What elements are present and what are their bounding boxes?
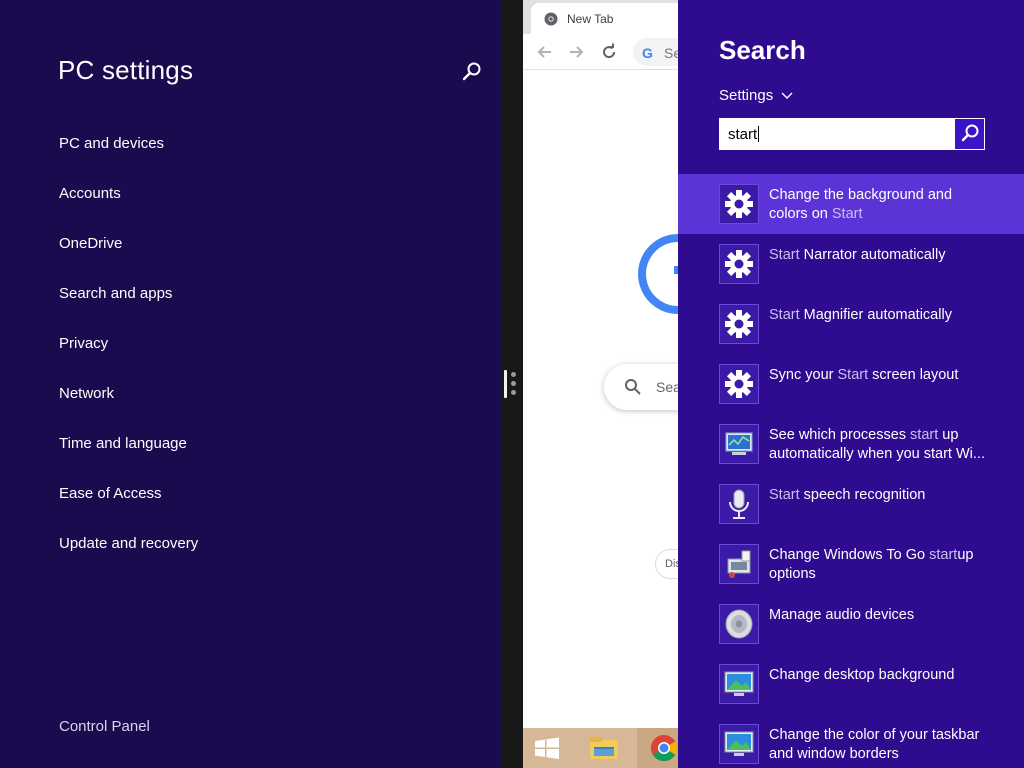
search-query: start [728, 126, 758, 143]
search-scope-dropdown[interactable]: Settings [719, 85, 809, 107]
nav-item-update-and-recovery[interactable]: Update and recovery [59, 534, 198, 584]
search-result-item[interactable]: Start Magnifier automatically [678, 294, 1024, 354]
chrome-toolbar: G Se [523, 34, 678, 70]
pc-settings-title: PC settings [58, 55, 194, 85]
search-result-item[interactable]: Change the background and colors on Star… [678, 174, 1024, 234]
gear-icon [719, 304, 759, 344]
search-button[interactable] [954, 119, 984, 149]
address-bar-text: Se [664, 45, 678, 61]
chrome-tab-title: New Tab [567, 12, 614, 26]
search-result-label: Change Windows To Go startup options [769, 547, 974, 582]
chrome-tab[interactable]: New Tab [531, 3, 678, 34]
search-result-item[interactable]: Change the color of your taskbar and win… [678, 714, 1024, 768]
windows-to-go-icon [719, 544, 759, 584]
search-result-item[interactable]: Sync your Start screen layout [678, 354, 1024, 414]
speaker-icon [719, 604, 759, 644]
ntp-search-box[interactable]: Sea [604, 364, 678, 410]
search-results-list: Change the background and colors on Star… [678, 174, 1024, 768]
search-result-item[interactable]: See which processes start up automatical… [678, 414, 1024, 474]
search-result-item[interactable]: Start Narrator automatically [678, 234, 1024, 294]
nav-item-ease-of-access[interactable]: Ease of Access [59, 484, 198, 534]
search-result-item[interactable]: Change desktop background [678, 654, 1024, 714]
search-result-label: See which processes start up automatical… [769, 427, 985, 462]
nav-item-privacy[interactable]: Privacy [59, 334, 198, 384]
chrome-logo-icon [544, 12, 558, 26]
search-result-label: Change the color of your taskbar and win… [769, 727, 980, 762]
search-result-label: Manage audio devices [769, 607, 915, 623]
forward-arrow-icon[interactable] [566, 42, 586, 62]
taskbar [523, 728, 685, 768]
gear-icon [719, 184, 759, 224]
text-caret [758, 126, 760, 142]
address-bar[interactable]: G Se [633, 38, 678, 66]
search-box[interactable]: start [719, 118, 985, 150]
windows-start-icon[interactable] [523, 728, 571, 768]
search-result-label: Start speech recognition [769, 487, 926, 503]
search-result-label: Change the background and colors on Star… [769, 187, 953, 222]
chrome-tabstrip: New Tab [523, 0, 678, 34]
ntp-chip[interactable]: Dis [655, 549, 678, 579]
search-result-item[interactable]: Change Windows To Go startup options [678, 534, 1024, 594]
reload-icon[interactable] [599, 42, 619, 62]
chrome-window: New Tab G Se Sea Dis [523, 0, 678, 728]
desktop-background-icon [719, 724, 759, 764]
nav-item-onedrive[interactable]: OneDrive [59, 234, 198, 284]
nav-item-accounts[interactable]: Accounts [59, 184, 198, 234]
search-result-item[interactable]: Manage audio devices [678, 594, 1024, 654]
pc-settings-pane: PC settings PC and devices Accounts OneD… [0, 0, 501, 768]
ntp-chip-label: Dis [665, 558, 678, 570]
search-charm: Search Settings start Change the backgro… [678, 0, 1024, 768]
search-result-label: Sync your Start screen layout [769, 367, 959, 383]
pc-settings-nav: PC and devices Accounts OneDrive Search … [59, 134, 198, 584]
search-icon [961, 124, 979, 142]
search-result-label: Change desktop background [769, 667, 955, 683]
nav-item-network[interactable]: Network [59, 384, 198, 434]
search-charm-title: Search [719, 35, 806, 65]
nav-item-time-and-language[interactable]: Time and language [59, 434, 198, 484]
google-logo [638, 234, 678, 314]
search-icon [625, 379, 641, 395]
gear-icon [719, 244, 759, 284]
gear-icon [719, 364, 759, 404]
back-arrow-icon[interactable] [535, 42, 555, 62]
task-manager-icon [719, 424, 759, 464]
file-explorer-icon[interactable] [580, 728, 628, 768]
search-result-item[interactable]: Start speech recognition [678, 474, 1024, 534]
splitter-grip-icon[interactable] [504, 368, 520, 400]
control-panel-link[interactable]: Control Panel [59, 718, 150, 735]
search-result-label: Start Narrator automatically [769, 247, 946, 263]
nav-item-pc-and-devices[interactable]: PC and devices [59, 134, 198, 184]
chevron-down-icon [781, 92, 793, 99]
nav-item-search-and-apps[interactable]: Search and apps [59, 284, 198, 334]
google-g-icon: G [642, 45, 653, 61]
search-result-label: Start Magnifier automatically [769, 307, 952, 323]
microphone-icon [719, 484, 759, 524]
search-input[interactable]: start [728, 126, 760, 143]
snap-splitter[interactable] [501, 0, 523, 768]
search-icon[interactable] [460, 60, 484, 84]
search-scope-label: Settings [719, 87, 774, 104]
desktop-background-icon [719, 664, 759, 704]
ntp-search-placeholder: Sea [656, 379, 678, 395]
